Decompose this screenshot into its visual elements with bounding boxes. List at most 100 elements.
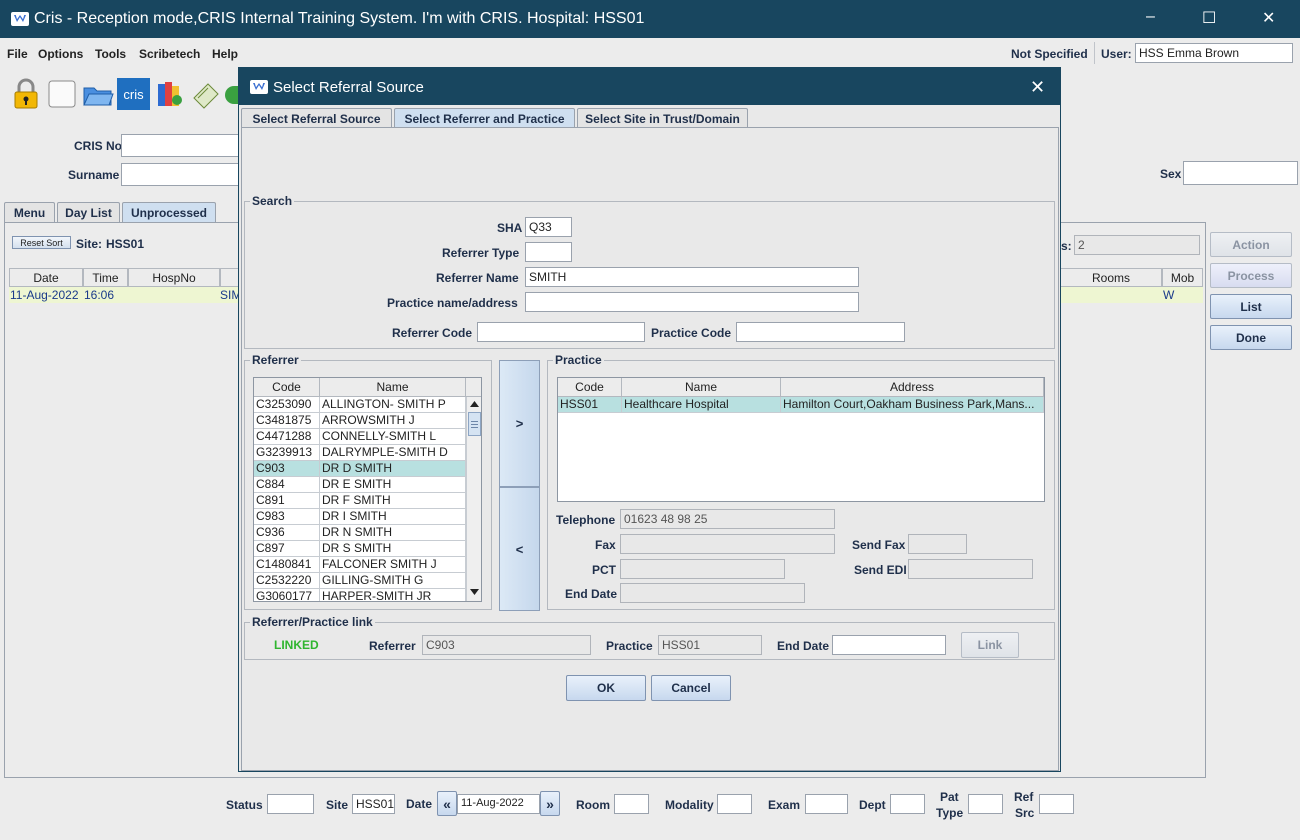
referrer-row[interactable]: C2532220 GILLING-SMITH G (254, 573, 466, 589)
sex-field[interactable] (1183, 161, 1298, 185)
ok-button[interactable]: OK (566, 675, 646, 701)
app-logo-icon (250, 80, 268, 94)
sha-field[interactable]: Q33 (525, 217, 572, 237)
books-icon[interactable] (155, 78, 185, 108)
referrer-row[interactable]: C983 DR I SMITH (254, 509, 466, 525)
done-button[interactable]: Done (1210, 325, 1292, 350)
cris-no-field[interactable] (121, 134, 239, 157)
sha-label: SHA (497, 221, 523, 235)
referrer-name-cell: DR I SMITH (320, 509, 466, 525)
open-folder-icon[interactable] (82, 78, 114, 108)
footer-site-field[interactable]: HSS01 (352, 794, 395, 814)
user-field[interactable]: HSS Emma Brown (1135, 43, 1293, 63)
col-date[interactable]: Date (9, 268, 83, 287)
referrer-row[interactable]: C4471288 CONNELLY-SMITH L (254, 429, 466, 445)
referrer-row[interactable]: G3239913 DALRYMPLE-SMITH D (254, 445, 466, 461)
cancel-button[interactable]: Cancel (651, 675, 731, 701)
table-row[interactable]: 11-Aug-2022 16:06 SIM (9, 287, 241, 303)
tab-menu[interactable]: Menu (4, 202, 55, 222)
referrer-row[interactable]: C897 DR S SMITH (254, 541, 466, 557)
link-group-title: Referrer/Practice link (250, 615, 375, 629)
linked-status: LINKED (274, 638, 319, 652)
dialog-close-icon[interactable]: ✕ (1030, 77, 1045, 98)
practice-table: Code Name Address HSS01 Healthcare Hospi… (557, 377, 1045, 502)
referrer-col-corner (466, 378, 481, 397)
practice-name-address-field[interactable] (525, 292, 859, 312)
dept-field[interactable] (890, 794, 925, 814)
col-hospno[interactable]: HospNo (128, 268, 220, 287)
col-rooms[interactable]: Rooms (1060, 268, 1162, 287)
tab-select-site[interactable]: Select Site in Trust/Domain (577, 108, 748, 128)
footer-date-field[interactable]: 11-Aug-2022 (457, 794, 540, 814)
pat-type-field[interactable] (968, 794, 1003, 814)
col-mob[interactable]: Mob (1162, 268, 1203, 287)
referrer-scrollbar[interactable] (466, 397, 481, 601)
table-row-right[interactable]: W (1060, 287, 1203, 303)
ref-src-field[interactable] (1039, 794, 1074, 814)
practice-end-date-field (620, 583, 805, 603)
process-button[interactable]: Process (1210, 263, 1292, 288)
link-end-date-field[interactable] (832, 635, 946, 655)
scroll-thumb[interactable] (468, 412, 481, 436)
referrer-name-cell: DALRYMPLE-SMITH D (320, 445, 466, 461)
referrer-row[interactable]: C3481875 ARROWSMITH J (254, 413, 466, 429)
tab-select-referral-source[interactable]: Select Referral Source (241, 108, 392, 128)
room-field[interactable] (614, 794, 649, 814)
referrer-type-field[interactable] (525, 242, 572, 262)
referrer-col-code[interactable]: Code (254, 378, 320, 397)
practice-col-name[interactable]: Name (622, 378, 781, 397)
practice-col-address[interactable]: Address (781, 378, 1044, 397)
practice-code-label: Practice Code (651, 326, 732, 340)
date-next-button[interactable]: » (540, 791, 560, 816)
list-button[interactable]: List (1210, 294, 1292, 319)
status-field[interactable] (267, 794, 314, 814)
menu-file[interactable]: File (7, 47, 28, 61)
tab-day-list[interactable]: Day List (57, 202, 120, 222)
close-icon[interactable]: ✕ (1262, 8, 1275, 28)
referrer-row[interactable]: C1480841 FALCONER SMITH J (254, 557, 466, 573)
tab-select-referrer-practice[interactable]: Select Referrer and Practice (394, 108, 575, 128)
menu-scribetech[interactable]: Scribetech (139, 47, 200, 61)
referrer-col-name[interactable]: Name (320, 378, 466, 397)
notepad-icon[interactable] (190, 78, 220, 109)
minimize-icon[interactable]: – (1146, 8, 1155, 26)
scroll-up-icon[interactable] (470, 401, 479, 407)
move-right-button[interactable]: > (499, 360, 540, 487)
blank-page-icon[interactable] (47, 79, 77, 109)
count-field: 2 (1074, 235, 1200, 255)
referrer-name-cell: CONNELLY-SMITH L (320, 429, 466, 445)
site-value: HSS01 (106, 237, 145, 251)
cris-icon[interactable]: cris (117, 78, 150, 110)
referrer-row[interactable]: C884 DR E SMITH (254, 477, 466, 493)
referrer-row[interactable]: G3060177 HARPER-SMITH JR (254, 589, 466, 601)
link-button[interactable]: Link (961, 632, 1019, 658)
col-time[interactable]: Time (83, 268, 128, 287)
practice-col-code[interactable]: Code (558, 378, 622, 397)
referrer-row[interactable]: C936 DR N SMITH (254, 525, 466, 541)
referrer-type-label: Referrer Type (442, 246, 520, 260)
exam-field[interactable] (805, 794, 848, 814)
referrer-row[interactable]: C3253090 ALLINGTON- SMITH P (254, 397, 466, 413)
practice-code-field[interactable] (736, 322, 905, 342)
maximize-icon[interactable]: ☐ (1202, 8, 1216, 28)
date-prev-button[interactable]: « (437, 791, 457, 816)
lock-icon[interactable] (11, 78, 41, 109)
referrer-row[interactable]: C891 DR F SMITH (254, 493, 466, 509)
referrer-name-field[interactable]: SMITH (525, 267, 859, 287)
reset-sort-button[interactable]: Reset Sort (12, 236, 71, 249)
modality-field[interactable] (717, 794, 752, 814)
referrer-code-field[interactable] (477, 322, 645, 342)
referrer-row[interactable]: C903 DR D SMITH (254, 461, 466, 477)
partial-icon[interactable] (225, 86, 238, 104)
col-name[interactable] (220, 268, 240, 287)
menu-tools[interactable]: Tools (95, 47, 126, 61)
menu-help[interactable]: Help (212, 47, 238, 61)
practice-row[interactable]: HSS01 Healthcare Hospital Hamilton Court… (558, 397, 1044, 413)
scroll-down-icon[interactable] (470, 589, 479, 595)
tab-unprocessed[interactable]: Unprocessed (122, 202, 216, 222)
referrer-code-cell: C3253090 (254, 397, 320, 413)
menu-options[interactable]: Options (38, 47, 83, 61)
action-button[interactable]: Action (1210, 232, 1292, 257)
move-left-button[interactable]: < (499, 487, 540, 611)
surname-field[interactable] (121, 163, 239, 186)
